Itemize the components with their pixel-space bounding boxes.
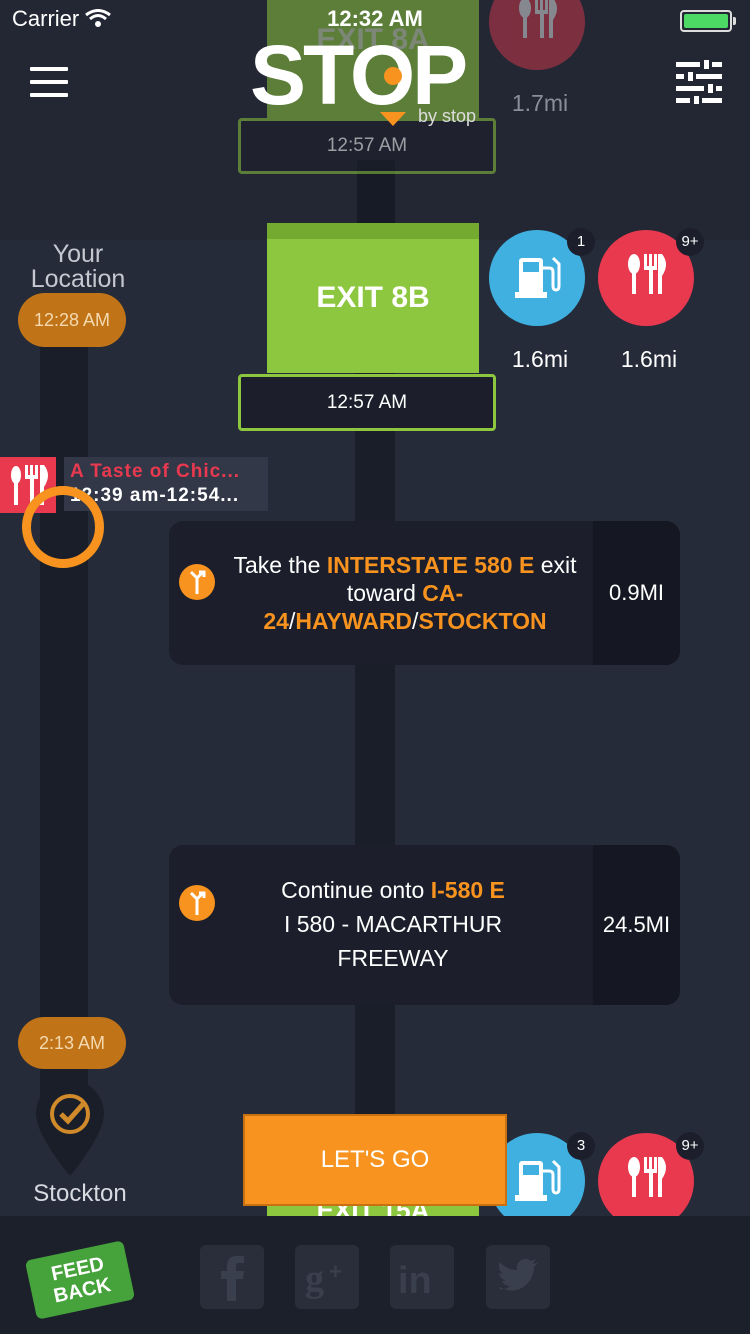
svg-text:in: in: [398, 1260, 432, 1302]
linkedin-button[interactable]: in: [390, 1245, 454, 1309]
direction-distance: 24.5MI: [593, 845, 680, 1005]
filter-button[interactable]: [676, 60, 722, 105]
facebook-button[interactable]: [200, 1245, 264, 1309]
google-plus-icon: g +: [305, 1258, 342, 1300]
destination-label: Stockton: [33, 1180, 127, 1207]
planned-stop-time: 12:39 am-12:54...: [70, 485, 240, 506]
exit-time: 12:57 AM: [238, 374, 496, 431]
gas-count-badge: 1: [567, 228, 595, 256]
svg-text:g: g: [305, 1258, 324, 1300]
direction-step[interactable]: Continue onto I-580 E I 580 - MACARTHUR …: [169, 845, 680, 1005]
turn-arrow-icon: [179, 885, 215, 921]
linkedin-icon: in: [398, 1260, 432, 1302]
twitter-button[interactable]: [486, 1245, 550, 1309]
logo-tagline: by stop: [418, 106, 477, 126]
facebook-icon: [221, 1256, 244, 1301]
twitter-icon: [499, 1258, 538, 1291]
google-plus-button[interactable]: g +: [295, 1245, 359, 1309]
svg-text:+: +: [329, 1259, 342, 1284]
exit-card[interactable]: EXIT 8B: [267, 223, 479, 373]
planned-stop-name: A Taste of Chic...: [70, 461, 241, 482]
restaurant-count-badge: 9+: [676, 1132, 704, 1160]
restaurant-count-badge: 9+: [676, 228, 704, 256]
direction-text: Continue onto I-580 E I 580 - MACARTHUR …: [281, 877, 505, 971]
battery-icon: [680, 10, 736, 32]
logo-pin-icon: [380, 67, 406, 126]
destination-pin-icon: [36, 1080, 104, 1176]
direction-step[interactable]: Take the INTERSTATE 580 E exit toward CA…: [169, 521, 680, 665]
turn-arrow-icon: [179, 564, 215, 600]
restaurant-distance: 1.6mi: [620, 346, 678, 372]
origin-label: Your Location: [30, 240, 126, 293]
app-logo: STOP by stop: [250, 30, 490, 130]
lets-go-button[interactable]: LET'S GO: [243, 1114, 507, 1206]
exit-label: EXIT 8B: [316, 281, 430, 314]
current-position-indicator: [22, 486, 104, 568]
gas-distance: 1.6mi: [511, 346, 569, 372]
restaurant-distance-top: 1.7mi: [511, 90, 569, 116]
destination-time-pill: 2:13 AM: [18, 1017, 126, 1069]
menu-button[interactable]: [30, 67, 68, 97]
sliders-icon: [676, 60, 722, 105]
direction-distance: 0.9MI: [593, 521, 680, 665]
direction-text: Take the INTERSTATE 580 E exit toward CA…: [233, 552, 577, 634]
gas-count-badge: 3: [567, 1132, 595, 1160]
origin-time-pill: 12:28 AM: [18, 293, 126, 347]
